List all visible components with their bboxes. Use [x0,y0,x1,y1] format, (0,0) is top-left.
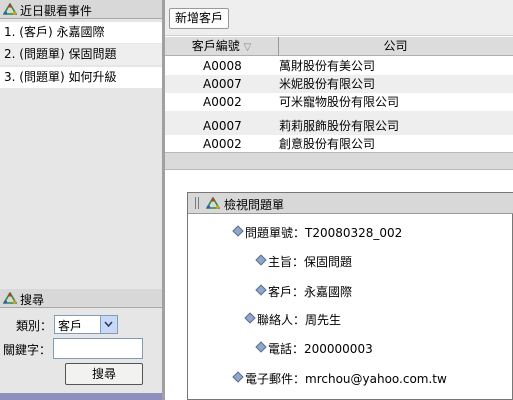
column-header-company[interactable]: 公司 [278,37,513,56]
ticket-customer: 客戶：永嘉國際 [268,285,353,299]
column-header-customer-id[interactable]: 客戶編號 ▽ [165,37,279,56]
table-row[interactable]: A0007 米妮股份有限公司 [165,75,513,93]
category-label: 類別： [16,319,53,333]
triangle-people-icon [3,3,17,15]
chevron-down-icon[interactable] [100,316,117,333]
dialog-title: 檢視問題單 [224,198,285,212]
search-button[interactable]: 搜尋 [65,363,143,385]
ticket-number: 問題單號：T20080328_002 [245,226,403,240]
table-row[interactable]: A0002 創意股份有限公司 [165,135,513,153]
category-value: 客戶 [58,319,83,333]
table-row[interactable]: A0007 莉莉服飾股份有限公司 [165,111,513,135]
search-header: 搜尋 [0,289,162,308]
cell-customer-id: A0008 [203,59,242,73]
recent-item-3[interactable]: 3. (問題單) 如何升級 [0,67,162,88]
left-bottom-bar [0,393,162,400]
table-header: 客戶編號 ▽ 公司 [165,37,513,56]
cell-customer-id: A0002 [203,95,242,109]
cell-company: 萬財股份有美公司 [279,59,376,73]
ticket-phone: 電話：200000003 [268,342,373,356]
sort-arrow-icon: ▽ [243,42,252,53]
ticket-contact: 聯絡人：周先生 [257,313,342,327]
horizontal-splitter[interactable] [165,152,513,170]
table-row[interactable]: A0002 可米寵物股份有限公司 [165,93,513,111]
cell-company: 米妮股份有限公司 [279,77,376,91]
add-customer-button[interactable]: 新增客戶 [169,8,229,29]
ticket-email: 電子郵件：mrchou@yahoo.com.tw [245,372,447,386]
cell-company: 莉莉服飾股份有限公司 [279,119,400,133]
table-row[interactable]: A0008 萬財股份有美公司 [165,57,513,75]
drag-handle-icon[interactable] [195,197,200,209]
dialog-titlebar[interactable]: 檢視問題單 [188,193,513,214]
keyword-label: 關鍵字： [3,343,52,357]
recent-events-header: 近日觀看事件 [0,0,162,19]
cell-company: 可米寵物股份有限公司 [279,95,400,109]
ticket-subject: 主旨：保固問題 [268,255,353,269]
keyword-input[interactable] [53,338,143,359]
cell-customer-id: A0002 [203,137,242,151]
triangle-people-icon [3,292,17,304]
recent-item-2[interactable]: 2. (問題單) 保固問題 [0,44,162,65]
recent-events-title: 近日觀看事件 [20,4,93,18]
search-title: 搜尋 [20,293,45,307]
category-select[interactable]: 客戶 [54,315,118,334]
triangle-people-icon [206,197,220,209]
cell-customer-id: A0007 [203,77,242,91]
column-label: 客戶編號 [191,39,240,53]
cell-company: 創意股份有限公司 [279,137,376,151]
recent-item-1[interactable]: 1. (客戶) 永嘉國際 [0,22,162,43]
